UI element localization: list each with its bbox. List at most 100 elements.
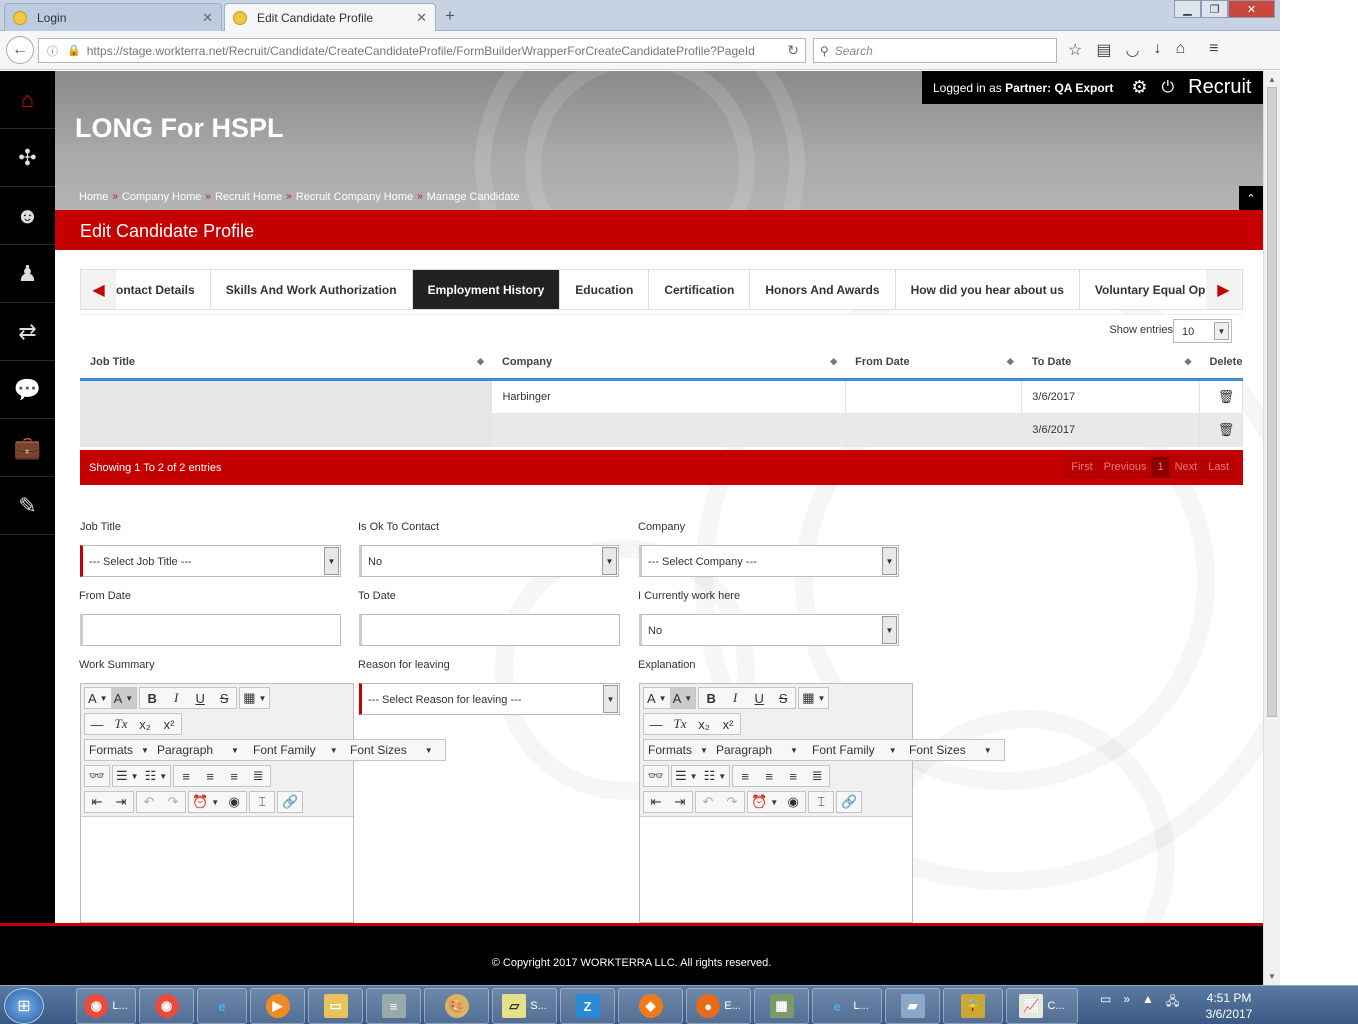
taskbar-paint[interactable]: 🎨 — [424, 988, 489, 1024]
sidebar-user-star-icon[interactable]: ☻ — [0, 187, 55, 245]
insert-time-icon[interactable]: ⏰ ▼ — [748, 792, 781, 812]
taskbar-flame[interactable]: ◆ — [618, 988, 683, 1024]
tab-voluntary-equal-opportunity[interactable]: Voluntary Equal Opportu — [1080, 270, 1206, 309]
page-break-icon[interactable]: ⌶ — [250, 792, 274, 812]
power-icon[interactable]: ⏻ — [1161, 79, 1174, 97]
numbered-list-icon[interactable]: ☷ ▼ — [701, 766, 730, 786]
bg-color-icon[interactable]: A ▼ — [110, 688, 137, 708]
window-close-icon[interactable]: ✕ — [1228, 0, 1275, 18]
align-right-icon[interactable]: ≡ — [222, 766, 246, 786]
table-icon[interactable]: ▦ ▼ — [799, 688, 828, 708]
link-icon[interactable]: 🔗 — [278, 792, 302, 812]
to-date-input[interactable] — [359, 614, 620, 646]
tabs-scroll-right-icon[interactable]: ▶ — [1205, 270, 1241, 309]
font-family-menu[interactable]: Font Family ▼ — [249, 740, 346, 760]
taskbar-sticky[interactable]: ▱ S... — [492, 988, 557, 1024]
outdent-icon[interactable]: ⇤ — [644, 792, 668, 812]
reason-select[interactable]: --- Select Reason for leaving --- ▼ — [359, 683, 620, 715]
underline-icon[interactable]: U — [188, 688, 212, 708]
tab-education[interactable]: Education — [560, 270, 650, 309]
taskbar-media[interactable]: ▶ — [250, 988, 305, 1024]
folder-tray-icon[interactable]: ▭ — [1100, 992, 1111, 1013]
delete-trash-icon[interactable]: 🗑 — [1199, 379, 1244, 413]
home-icon[interactable]: ⌂ — [1175, 40, 1185, 60]
strikethrough-icon[interactable]: S — [212, 688, 236, 708]
sidebar-briefcase-icon[interactable]: 💼 — [0, 419, 55, 477]
outdent-icon[interactable]: ⇤ — [85, 792, 109, 812]
reload-icon[interactable]: ↻ — [787, 42, 799, 59]
pager-last[interactable]: Last — [1203, 457, 1234, 477]
bookmark-star-icon[interactable]: ☆ — [1068, 40, 1082, 60]
taskbar-ie-2[interactable]: e L... — [812, 988, 882, 1024]
superscript-icon[interactable]: x² — [157, 714, 181, 734]
back-arrow-icon[interactable]: ← — [6, 36, 34, 64]
pocket-icon[interactable]: ◡ — [1125, 40, 1139, 60]
clear-format-icon[interactable]: Tx — [668, 714, 692, 734]
scroll-thumb[interactable] — [1267, 87, 1277, 717]
align-left-icon[interactable]: ≡ — [733, 766, 757, 786]
font-family-menu[interactable]: Font Family ▼ — [808, 740, 905, 760]
pager-previous[interactable]: Previous — [1098, 457, 1153, 477]
font-sizes-menu[interactable]: Font Sizes ▼ — [346, 740, 442, 760]
sidebar-home-icon[interactable]: ⌂ — [0, 71, 55, 129]
tab-skills-work-authorization[interactable]: Skills And Work Authorization — [211, 270, 413, 309]
gear-icon[interactable]: ⚙ — [1131, 77, 1147, 98]
insert-time-icon[interactable]: ⏰ ▼ — [189, 792, 222, 812]
horizontal-rule-icon[interactable]: — — [644, 714, 668, 734]
breadcrumb-manage-candidate[interactable]: Manage Candidate — [427, 191, 520, 203]
network-icon[interactable]: 🖧 — [1166, 992, 1179, 1013]
text-color-icon[interactable]: A ▼ — [644, 688, 670, 708]
url-text[interactable]: https://stage.workterra.net/Recruit/Cand… — [87, 44, 777, 58]
find-binoculars-icon[interactable]: 👓 — [85, 766, 109, 786]
company-select[interactable]: --- Select Company --- ▼ — [639, 545, 899, 577]
taskbar-explorer[interactable]: ▭ — [308, 988, 363, 1024]
pager-next[interactable]: Next — [1169, 457, 1204, 477]
taskbar-lock[interactable]: 🔒 — [943, 988, 1003, 1024]
bold-icon[interactable]: B — [140, 688, 164, 708]
address-bar[interactable]: ⓘ 🔒 https://stage.workterra.net/Recruit/… — [38, 38, 806, 63]
column-job-title[interactable]: Job Title ◆ — [80, 346, 492, 381]
sidebar-chat-icon[interactable]: 💬 — [0, 361, 55, 419]
bold-icon[interactable]: B — [699, 688, 723, 708]
from-date-input[interactable] — [80, 614, 341, 646]
formats-menu[interactable]: Formats ▼ — [85, 740, 153, 760]
browser-tab-login[interactable]: Login ✕ — [4, 3, 222, 31]
page-break-icon[interactable]: ⌶ — [809, 792, 833, 812]
align-justify-icon[interactable]: ≣ — [246, 766, 270, 786]
taskbar-chrome-1[interactable]: ◉ L... — [76, 988, 136, 1024]
subscript-icon[interactable]: x₂ — [692, 714, 716, 734]
paragraph-menu[interactable]: Paragraph ▼ — [712, 740, 808, 760]
menu-hamburger-icon[interactable]: ≡ — [1209, 40, 1218, 60]
job-title-select[interactable]: --- Select Job Title --- ▼ — [80, 545, 341, 577]
link-icon[interactable]: 🔗 — [837, 792, 861, 812]
breadcrumb-company-home[interactable]: Company Home — [122, 191, 201, 203]
browser-tab-edit-candidate[interactable]: Edit Candidate Profile ✕ — [224, 3, 436, 31]
table-row[interactable]: 3/6/2017 🗑 — [80, 413, 1244, 447]
close-tab-icon[interactable]: ✕ — [202, 10, 213, 26]
download-icon[interactable]: ↓ — [1153, 40, 1161, 60]
column-to-date[interactable]: To Date ◆ — [1021, 346, 1200, 381]
scroll-up-icon[interactable]: ▲ — [1268, 75, 1276, 84]
breadcrumb-recruit-company-home[interactable]: Recruit Company Home — [296, 191, 413, 203]
column-from-date[interactable]: From Date ◆ — [845, 346, 1022, 381]
taskbar-ie[interactable]: e — [197, 988, 247, 1024]
taskbar-z[interactable]: Z — [560, 988, 615, 1024]
indent-icon[interactable]: ⇥ — [109, 792, 133, 812]
new-tab-icon[interactable]: + — [445, 6, 455, 26]
sidebar-edit-icon[interactable]: ✎ — [0, 477, 55, 535]
superscript-icon[interactable]: x² — [716, 714, 740, 734]
align-left-icon[interactable]: ≡ — [174, 766, 198, 786]
ok-to-contact-select[interactable]: No ▼ — [359, 545, 619, 577]
taskbar-chart-app[interactable]: 📈 C... — [1006, 988, 1078, 1024]
font-sizes-menu[interactable]: Font Sizes ▼ — [905, 740, 1001, 760]
strikethrough-icon[interactable]: S — [771, 688, 795, 708]
tab-honors-awards[interactable]: Honors And Awards — [750, 270, 896, 309]
work-summary-text-area[interactable] — [81, 817, 353, 922]
windows-start-icon[interactable]: ⊞ — [4, 988, 44, 1024]
formats-menu[interactable]: Formats ▼ — [644, 740, 712, 760]
scroll-down-icon[interactable]: ▼ — [1268, 972, 1276, 981]
tab-certification[interactable]: Certification — [649, 270, 751, 309]
undo-icon[interactable]: ↶ — [137, 792, 161, 812]
taskbar-notes[interactable]: ▰ — [885, 988, 940, 1024]
paragraph-menu[interactable]: Paragraph ▼ — [153, 740, 249, 760]
